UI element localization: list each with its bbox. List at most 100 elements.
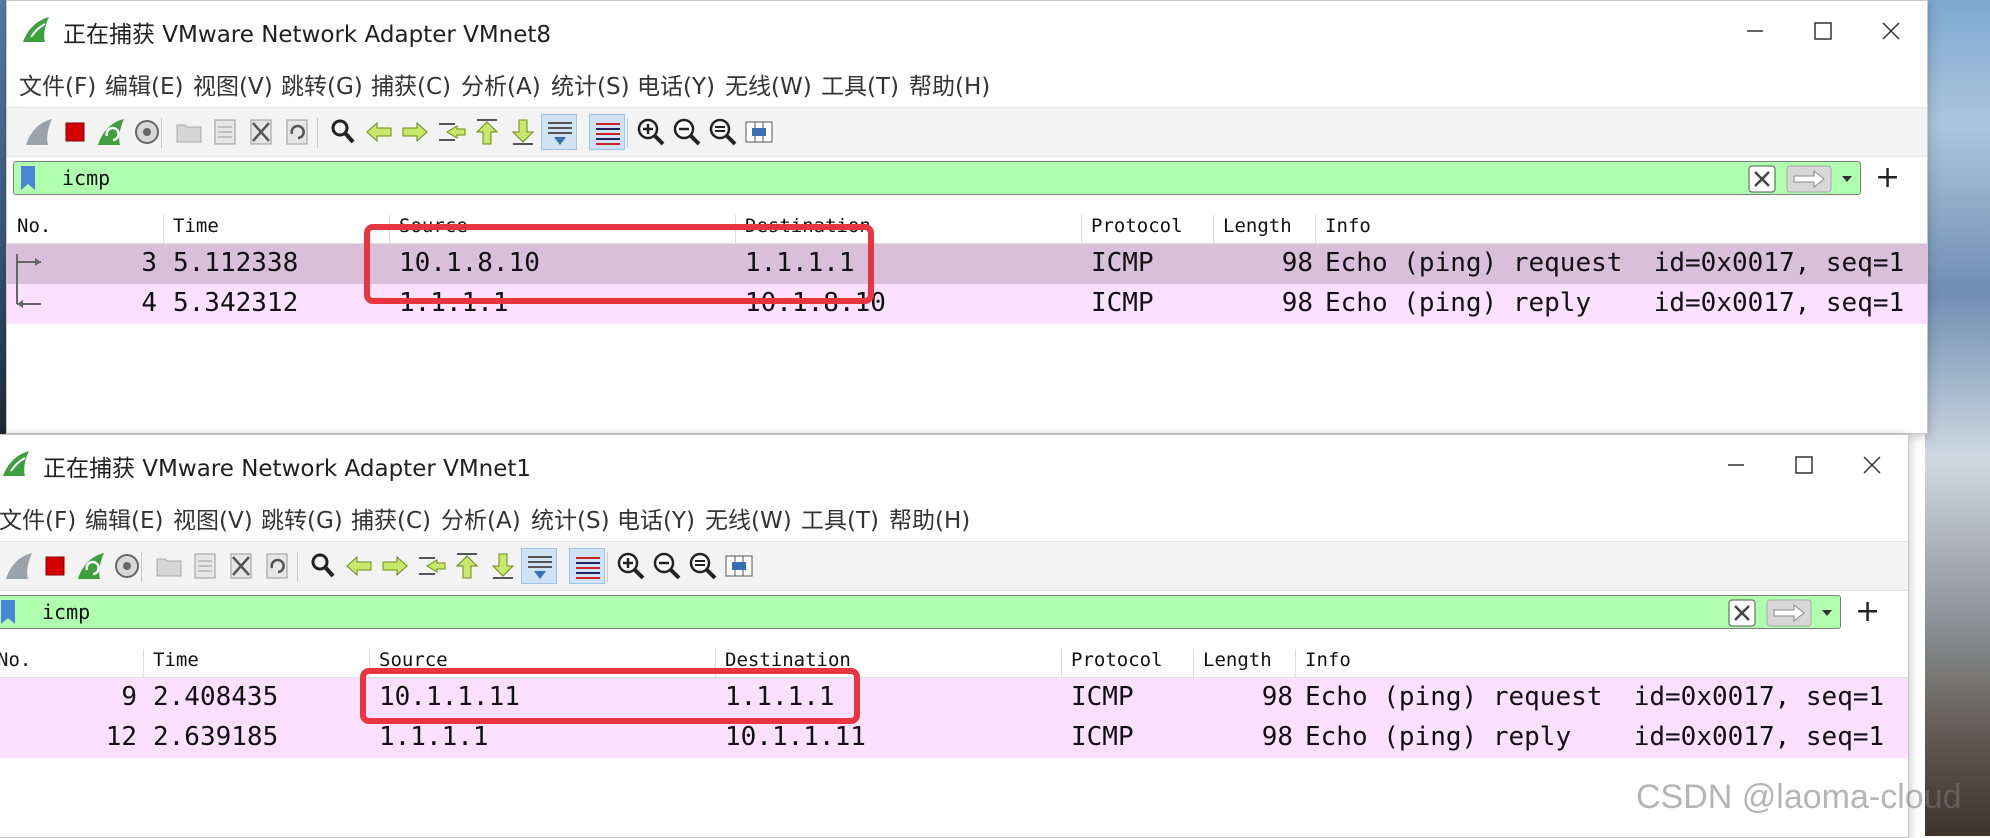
normal-size-icon[interactable] (705, 114, 741, 150)
go-back-icon[interactable] (361, 114, 397, 150)
column-time[interactable]: Time (173, 215, 219, 237)
close-file-icon[interactable] (223, 548, 259, 584)
display-filter-input[interactable]: icmp (13, 161, 1861, 195)
packet-row[interactable]: 12 2.639185 1.1.1.1 10.1.1.11 ICMP 98 Echo (pi… (0, 718, 1908, 758)
menu-item[interactable]: 统计(S) (531, 501, 610, 535)
maximize-icon[interactable] (1801, 13, 1845, 49)
save-file-icon[interactable] (207, 114, 243, 150)
menu-item[interactable]: 分析(A) (441, 501, 521, 535)
close-icon[interactable] (1850, 447, 1894, 483)
minimize-icon[interactable] (1733, 13, 1777, 49)
menu-item[interactable]: 工具(T) (801, 501, 879, 535)
menu-item[interactable]: 无线(W) (705, 501, 792, 535)
column-protocol[interactable]: Protocol (1091, 215, 1183, 237)
go-back-icon[interactable] (341, 548, 377, 584)
find-packet-icon[interactable] (305, 548, 341, 584)
menu-item[interactable]: 电话(Y) (617, 501, 695, 535)
menu-item[interactable]: 跳转(G) (261, 501, 343, 535)
clear-filter-icon[interactable] (1748, 165, 1776, 193)
maximize-icon[interactable] (1782, 447, 1826, 483)
column-no[interactable]: No. (0, 649, 31, 671)
column-protocol[interactable]: Protocol (1071, 649, 1163, 671)
zoom-out-icon[interactable] (669, 114, 705, 150)
shark-fin-start-icon[interactable] (21, 114, 57, 150)
colorize-icon[interactable] (569, 548, 605, 584)
title-bar[interactable]: 正在捕获 VMware Network Adapter VMnet8 (7, 1, 1927, 61)
packet-row[interactable]: 4 5.342312 1.1.1.1 10.1.8.10 ICMP 98 Echo (pin… (7, 284, 1927, 324)
apply-filter-icon[interactable] (1786, 165, 1832, 193)
column-info[interactable]: Info (1325, 215, 1371, 237)
clear-filter-icon[interactable] (1728, 599, 1756, 627)
resize-columns-icon[interactable] (741, 114, 777, 150)
menu-item[interactable]: 电话(Y) (637, 67, 715, 101)
find-packet-icon[interactable] (325, 114, 361, 150)
column-info[interactable]: Info (1305, 649, 1351, 671)
menu-item[interactable]: 捕获(C) (351, 501, 431, 535)
add-filter-button[interactable]: + (1875, 161, 1900, 195)
add-filter-button[interactable]: + (1855, 595, 1880, 629)
apply-filter-icon[interactable] (1766, 599, 1812, 627)
menu-item[interactable]: 统计(S) (551, 67, 630, 101)
reload-file-icon[interactable] (259, 548, 295, 584)
column-divider[interactable] (1081, 215, 1082, 247)
menu-item[interactable]: 帮助(H) (909, 67, 990, 101)
resize-columns-icon[interactable] (721, 548, 757, 584)
menu-item[interactable]: 工具(T) (821, 67, 899, 101)
menu-item[interactable]: 文件(F) (19, 67, 96, 101)
minimize-icon[interactable] (1714, 447, 1758, 483)
zoom-out-icon[interactable] (649, 548, 685, 584)
menu-item[interactable]: 编辑(E) (85, 501, 163, 535)
last-packet-icon[interactable] (485, 548, 521, 584)
open-file-icon[interactable] (171, 114, 207, 150)
chevron-down-icon[interactable] (1836, 165, 1858, 193)
column-length[interactable]: Length (1203, 649, 1272, 671)
capture-options-icon[interactable] (109, 548, 145, 584)
colorize-icon[interactable] (589, 114, 625, 150)
menu-item[interactable]: 捕获(C) (371, 67, 451, 101)
column-divider[interactable] (1295, 649, 1296, 681)
column-divider[interactable] (143, 649, 144, 681)
zoom-in-icon[interactable] (633, 114, 669, 150)
menu-item[interactable]: 无线(W) (725, 67, 812, 101)
zoom-in-icon[interactable] (613, 548, 649, 584)
column-time[interactable]: Time (153, 649, 199, 671)
column-no[interactable]: No. (17, 215, 51, 237)
open-file-icon[interactable] (151, 548, 187, 584)
menu-item[interactable]: 分析(A) (461, 67, 541, 101)
close-file-icon[interactable] (243, 114, 279, 150)
column-divider[interactable] (1213, 215, 1214, 247)
autoscroll-icon[interactable] (541, 114, 577, 150)
last-packet-icon[interactable] (505, 114, 541, 150)
menu-item[interactable]: 视图(V) (173, 501, 253, 535)
first-packet-icon[interactable] (469, 114, 505, 150)
restart-capture-icon[interactable] (93, 114, 129, 150)
chevron-down-icon[interactable] (1816, 599, 1838, 627)
menu-item[interactable]: 文件(F) (0, 501, 76, 535)
bookmark-icon[interactable] (20, 165, 36, 191)
packet-row[interactable]: 9 2.408435 10.1.1.11 1.1.1.1 ICMP 98 Echo (pin… (0, 678, 1908, 718)
go-forward-icon[interactable] (377, 548, 413, 584)
menu-item[interactable]: 跳转(G) (281, 67, 363, 101)
go-to-packet-icon[interactable] (413, 548, 449, 584)
go-to-packet-icon[interactable] (433, 114, 469, 150)
shark-fin-start-icon[interactable] (1, 548, 37, 584)
first-packet-icon[interactable] (449, 548, 485, 584)
close-icon[interactable] (1869, 13, 1913, 49)
restart-capture-icon[interactable] (73, 548, 109, 584)
column-divider[interactable] (163, 215, 164, 247)
menu-item[interactable]: 视图(V) (193, 67, 273, 101)
column-length[interactable]: Length (1223, 215, 1292, 237)
column-divider[interactable] (1061, 649, 1062, 681)
stop-capture-icon[interactable] (37, 548, 73, 584)
bookmark-icon[interactable] (0, 599, 16, 625)
save-file-icon[interactable] (187, 548, 223, 584)
autoscroll-icon[interactable] (521, 548, 557, 584)
capture-options-icon[interactable] (129, 114, 165, 150)
packet-row[interactable]: 3 5.112338 10.1.8.10 1.1.1.1 ICMP 98 Echo (pin… (7, 244, 1927, 284)
menu-item[interactable]: 编辑(E) (105, 67, 183, 101)
go-forward-icon[interactable] (397, 114, 433, 150)
menu-item[interactable]: 帮助(H) (889, 501, 970, 535)
title-bar[interactable]: 正在捕获 VMware Network Adapter VMnet1 (0, 435, 1908, 495)
stop-capture-icon[interactable] (57, 114, 93, 150)
column-divider[interactable] (1193, 649, 1194, 681)
